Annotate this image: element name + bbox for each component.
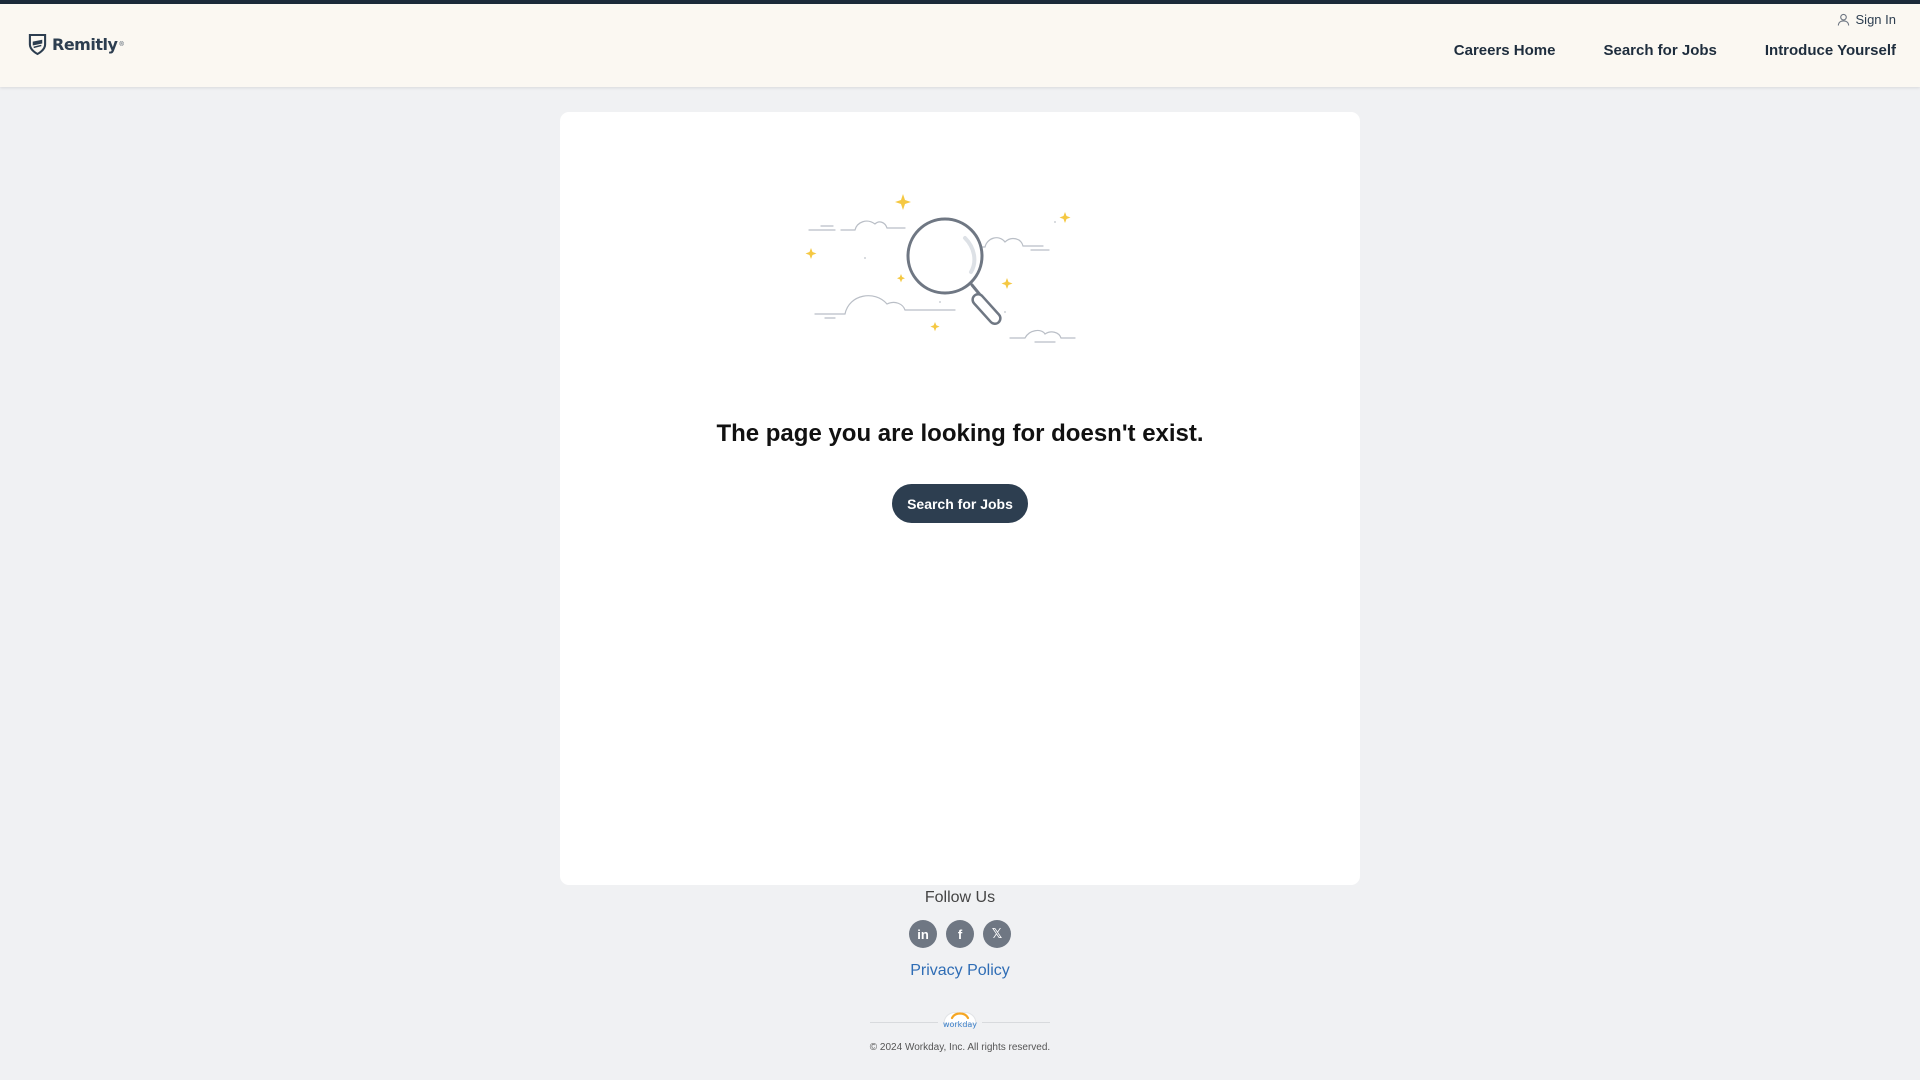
user-icon <box>1837 13 1849 26</box>
privacy-policy-link[interactable]: Privacy Policy <box>910 962 1010 980</box>
logo-trademark: ® <box>119 41 124 48</box>
follow-us-label: Follow Us <box>924 889 996 906</box>
nav-careers-home[interactable]: Careers Home <box>1454 42 1556 59</box>
logo-wordmark: Remitly <box>52 35 118 54</box>
workday-wordmark: workday <box>942 1020 978 1029</box>
nav-search-for-jobs[interactable]: Search for Jobs <box>1603 42 1716 59</box>
social-links: in f 𝕏 <box>0 920 1920 948</box>
copyright-text: © 2024 Workday, Inc. All rights reserved… <box>869 1042 1051 1053</box>
facebook-icon[interactable]: f <box>946 920 974 948</box>
x-icon[interactable]: 𝕏 <box>983 920 1011 948</box>
error-card: The page you are looking for doesn't exi… <box>560 112 1360 885</box>
magnifying-glass-illustration <box>805 194 1076 343</box>
nav-introduce-yourself[interactable]: Introduce Yourself <box>1765 42 1896 59</box>
workday-badge-row: workday <box>870 1004 1050 1032</box>
page-footer: Follow Us in f 𝕏 Privacy Policy workday … <box>0 886 1920 1053</box>
linkedin-icon[interactable]: in <box>909 920 937 948</box>
shield-logo-icon <box>28 33 47 56</box>
workday-logo[interactable]: workday <box>938 1004 982 1032</box>
search-for-jobs-button[interactable]: Search for Jobs <box>892 484 1028 523</box>
sign-in-link[interactable]: Sign In <box>1837 12 1896 27</box>
remitly-logo[interactable]: Remitly ® <box>28 33 124 56</box>
site-header: Remitly ® Sign In Careers Home Search for… <box>0 4 1920 87</box>
page-title: The page you are looking for doesn't exi… <box>716 420 1204 447</box>
main-nav: Careers Home Search for Jobs Introduce Y… <box>1454 42 1896 59</box>
sign-in-label: Sign In <box>1855 12 1896 27</box>
